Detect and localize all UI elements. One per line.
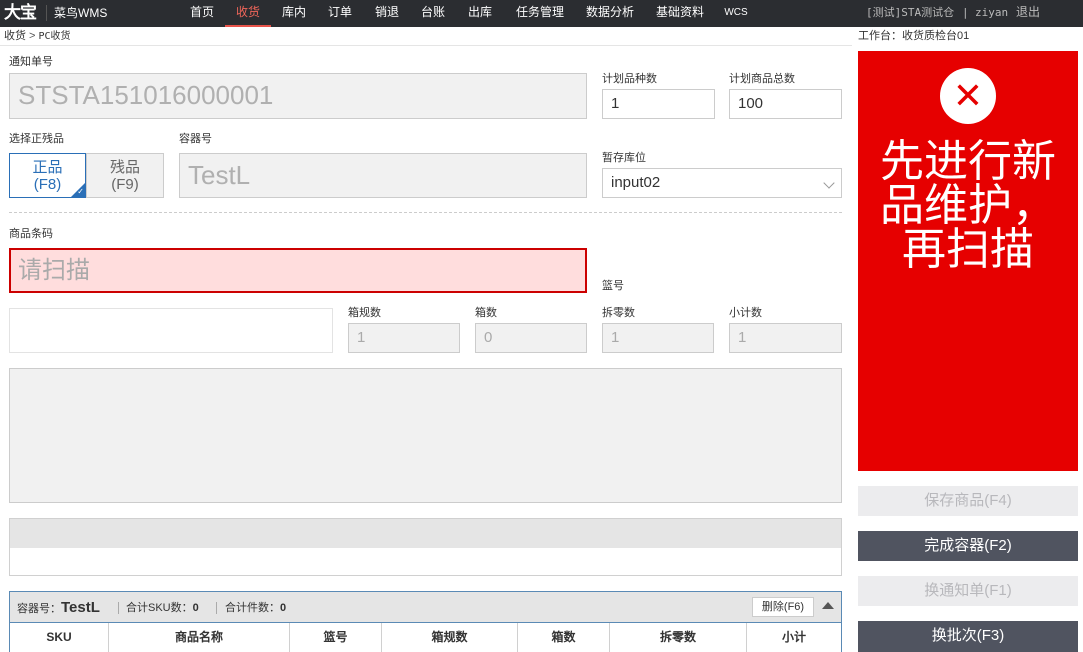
subtotal-input[interactable]: 1 [729,323,842,353]
notice-number-input[interactable]: STSTA151016000001 [9,73,587,119]
box-count-label: 箱数 [475,307,497,319]
detail-header [9,518,842,549]
top-bar: 大宝 菜鸟WMS 首页 收货 库内 订单 销退 台账 出库 任务管理 数据分析 … [0,0,1083,27]
detail-row [9,548,842,576]
quality-bad-button[interactable]: 残品 (F9) [86,153,164,198]
nav-ledger[interactable]: 台账 [416,0,450,27]
items-table-header: SKU 商品名称 篮号 箱规数 箱数 拆零数 小计 [9,623,842,652]
error-alert-panel: ✕ 先进行新品维护，再扫描 [858,51,1078,471]
breadcrumb: 收货 > PC收货 [4,29,70,44]
nav-wcs[interactable]: WCS [721,0,751,27]
workstation-label: 工作台：收货质检台01 [858,30,970,42]
subtotal-label: 小计数 [729,307,762,319]
user-name[interactable]: ziyan [975,0,1008,27]
section-divider [9,212,842,213]
temp-location-label: 暂存库位 [602,152,646,164]
save-product-button[interactable]: 保存商品(F4) [858,486,1078,516]
switch-batch-button[interactable]: 换批次(F3) [858,621,1078,652]
error-icon: ✕ [940,68,996,124]
summary-container-value: TestL [61,599,100,616]
container-label: 容器号 [179,133,212,145]
nav-outbound[interactable]: 出库 [463,0,497,27]
app-logo[interactable]: 大宝 [4,2,37,24]
delete-button[interactable]: 删除(F6) [752,597,814,617]
summary-separator [216,602,217,614]
column-sku[interactable]: SKU [10,623,109,652]
summary-pieces: 合计件数：0 [225,600,286,616]
plan-total-label: 计划商品总数 [729,73,795,85]
plan-total-input[interactable]: 100 [729,89,842,119]
quality-bad-key: (F9) [111,176,139,193]
quality-label: 选择正残品 [9,133,64,145]
box-spec-input[interactable]: 1 [348,323,460,353]
barcode-input[interactable]: 请扫描 [9,248,587,293]
nav-analytics[interactable]: 数据分析 [581,0,639,27]
box-spec-value: 1 [357,329,366,346]
summary-sku-label: 合计SKU数： [126,602,193,614]
plan-variety-label: 计划品种数 [602,73,657,85]
summary-pieces-value: 0 [280,602,287,614]
column-box-count[interactable]: 箱数 [518,623,610,652]
plan-variety-value: 1 [611,95,620,112]
breadcrumb-receiving[interactable]: 收货 [4,30,26,42]
finish-container-button[interactable]: 完成容器(F2) [858,531,1078,561]
box-count-value: 0 [484,329,493,346]
box-count-input[interactable]: 0 [475,323,587,353]
check-icon: ✓ [77,187,84,196]
column-subtotal[interactable]: 小计 [747,623,841,652]
nav-tasks[interactable]: 任务管理 [511,0,569,27]
temp-location-value: input02 [611,174,661,191]
summary-separator [118,602,119,614]
basket-label: 篮号 [602,280,624,292]
nav-orders[interactable]: 订单 [323,0,357,27]
product-info-panel [9,368,842,503]
column-loose-count[interactable]: 拆零数 [610,623,747,652]
loose-count-value: 1 [611,329,620,346]
summary-container: 容器号：TestL [17,600,100,617]
quality-bad-text: 残品 [109,159,140,176]
summary-sku: 合计SKU数：0 [126,600,199,616]
quality-good-text: 正品 [32,159,63,176]
container-input[interactable]: TestL [179,153,587,198]
plan-variety-input[interactable]: 1 [602,89,715,119]
breadcrumb-pc-receiving: PC收货 [38,31,71,42]
container-value: TestL [188,160,251,190]
basket-input[interactable] [9,308,333,353]
nav-inventory[interactable]: 库内 [277,0,311,27]
notice-number-value: STSTA151016000001 [18,80,274,110]
subtotal-value: 1 [738,329,747,346]
barcode-label: 商品条码 [9,228,53,240]
switch-notice-button[interactable]: 换通知单(F1) [858,576,1078,606]
quality-good-button[interactable]: 正品 (F8) ✓ [9,153,86,198]
nav-home[interactable]: 首页 [185,0,219,27]
logo-divider [46,5,47,21]
nav-returns[interactable]: 销退 [370,0,404,27]
nav-receiving[interactable]: 收货 [225,0,271,27]
column-basket[interactable]: 篮号 [290,623,382,652]
plan-total-value: 100 [738,95,764,112]
temp-location-select[interactable]: input02 [602,168,842,198]
header-divider [0,45,852,46]
user-separator: | [962,6,969,19]
column-product-name[interactable]: 商品名称 [109,623,290,652]
app-subtitle: 菜鸟WMS [54,6,108,20]
barcode-placeholder: 请扫描 [18,257,90,284]
summary-sku-value: 0 [192,602,199,614]
logout-link[interactable]: 退出 [1016,0,1040,25]
summary-container-label: 容器号： [17,603,61,615]
alert-message: 先进行新品维护，再扫描 [880,137,1056,274]
box-spec-label: 箱规数 [348,307,381,319]
nav-basic-data[interactable]: 基础资料 [651,0,709,27]
warehouse-name[interactable]: [测试]STA测试仓 [866,0,954,27]
breadcrumb-separator: > [29,30,36,42]
notice-number-label: 通知单号 [9,56,53,68]
summary-pieces-label: 合计件数： [225,602,280,614]
loose-count-input[interactable]: 1 [602,323,714,353]
collapse-up-icon[interactable] [822,602,834,609]
container-summary-bar: 容器号：TestL 合计SKU数：0 合计件数：0 删除(F6) [9,591,842,623]
loose-count-label: 拆零数 [602,307,635,319]
column-box-spec[interactable]: 箱规数 [382,623,518,652]
